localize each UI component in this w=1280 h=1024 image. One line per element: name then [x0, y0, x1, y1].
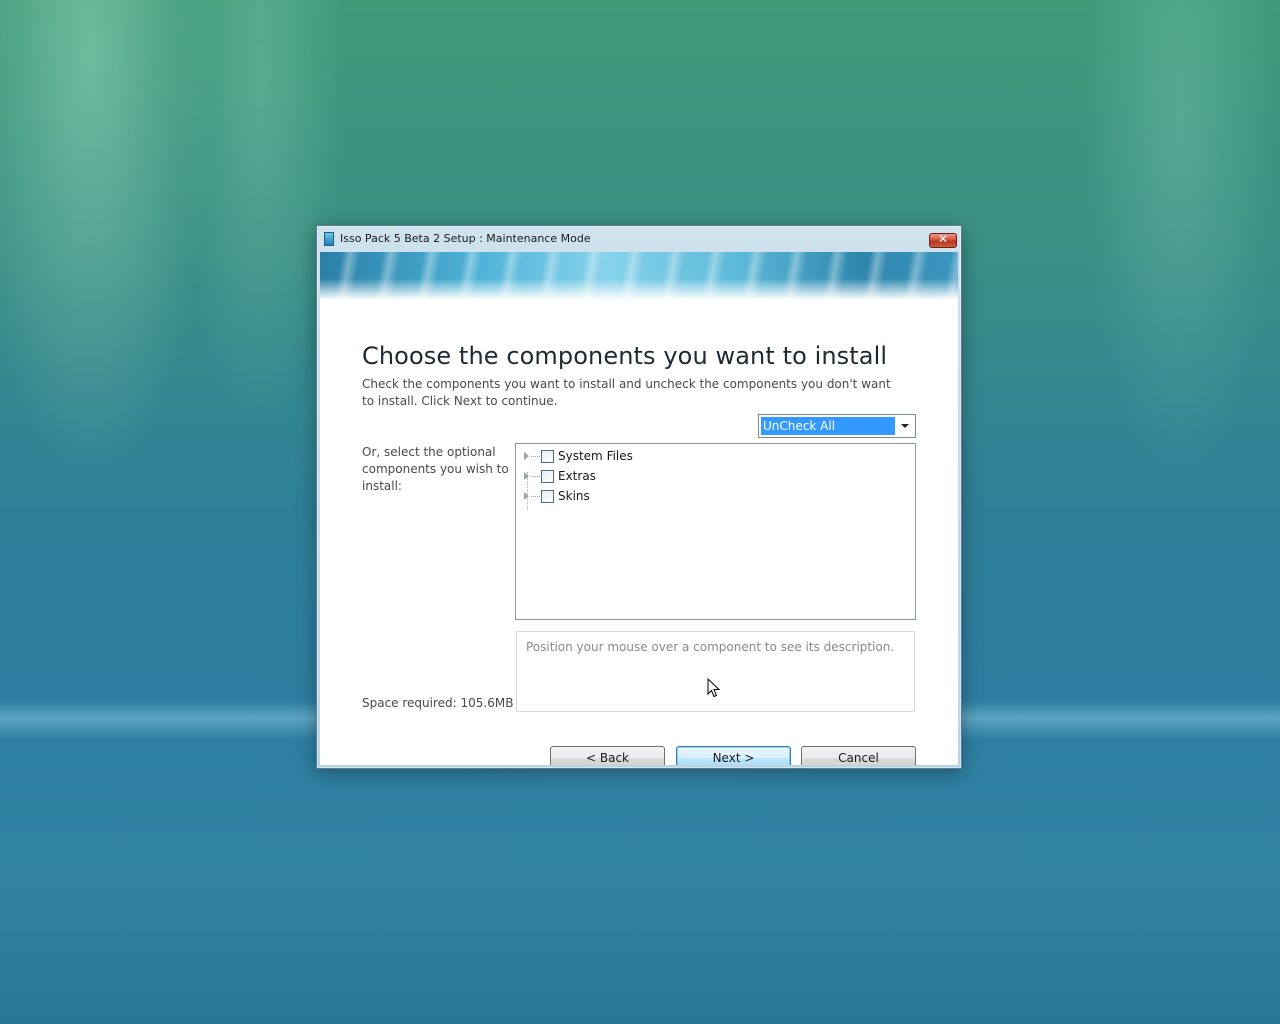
install-type-selected: UnCheck All — [761, 417, 895, 435]
components-tree[interactable]: System Files Extras Skins — [515, 443, 916, 620]
space-required-label: Space required: 105.6MB — [362, 696, 514, 710]
installer-app-icon — [324, 232, 334, 246]
tree-connector — [531, 456, 540, 457]
tree-item-label: Skins — [558, 489, 590, 503]
tree-expander-icon[interactable] — [524, 452, 529, 460]
system-files-checkbox[interactable] — [541, 450, 554, 463]
tree-connector — [531, 496, 540, 497]
back-button[interactable]: < Back — [550, 746, 665, 765]
component-description-box: Position your mouse over a component to … — [516, 631, 915, 712]
close-icon: ✕ — [937, 232, 949, 246]
description-placeholder: Position your mouse over a component to … — [526, 640, 895, 654]
tree-connector — [531, 476, 540, 477]
chevron-down-icon[interactable] — [897, 417, 913, 435]
page-title: Choose the components you want to instal… — [362, 342, 888, 370]
cancel-button[interactable]: Cancel — [801, 746, 916, 765]
tree-item-label: System Files — [558, 449, 633, 463]
page-instructions: Check the components you want to install… — [362, 377, 891, 408]
close-button[interactable]: ✕ — [929, 232, 957, 248]
tree-expander-icon[interactable] — [524, 472, 529, 480]
title-bar[interactable]: Isso Pack 5 Beta 2 Setup : Maintenance M… — [317, 226, 961, 252]
install-type-dropdown[interactable]: UnCheck All — [758, 414, 916, 438]
skins-checkbox[interactable] — [541, 490, 554, 503]
setup-window: Isso Pack 5 Beta 2 Setup : Maintenance M… — [316, 225, 962, 769]
window-title: Isso Pack 5 Beta 2 Setup : Maintenance M… — [340, 232, 591, 245]
tree-item-label: Extras — [558, 469, 596, 483]
extras-checkbox[interactable] — [541, 470, 554, 483]
next-button[interactable]: Next > — [676, 746, 791, 765]
header-banner — [320, 252, 958, 300]
wizard-page: Choose the components you want to instal… — [320, 252, 958, 765]
tree-expander-icon[interactable] — [524, 492, 529, 500]
optional-components-label: Or, select the optional components you w… — [362, 445, 509, 493]
